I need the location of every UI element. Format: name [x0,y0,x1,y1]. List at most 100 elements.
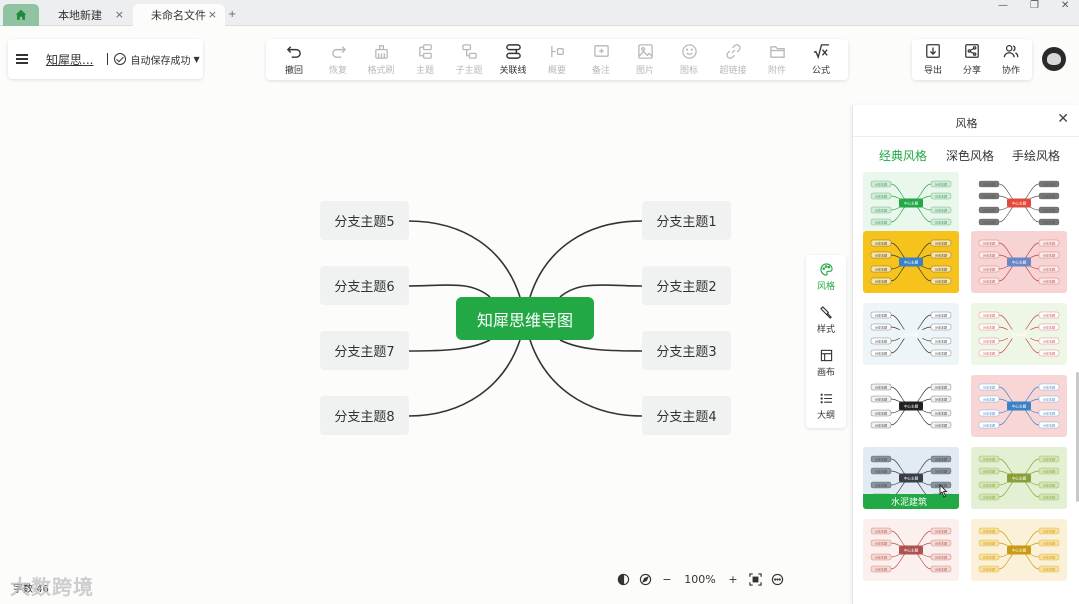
brush-icon [819,306,832,319]
theme-thumbnail[interactable]: 分支主题 分支主题 分支主题 分支主题 分支主题 分支主题 分支主题 分支主题 中心主题 [863,375,959,437]
zoom-out-button[interactable]: − [656,569,678,589]
svg-text:分支主题: 分支主题 [875,219,887,224]
branch-topic-1[interactable]: 分支主题1 [642,201,731,240]
menu-icon[interactable] [16,53,30,65]
branch-topic-6[interactable]: 分支主题6 [320,266,409,305]
theme-thumbnail[interactable]: 分支主题 分支主题 分支主题 分支主题 分支主题 分支主题 分支主题 分支主题 中心主题 [971,231,1067,293]
theme-thumbnail[interactable]: 分支主题 分支主题 分支主题 分支主题 分支主题 分支主题 分支主题 分支主题 中心主题 [971,519,1067,581]
redo-button[interactable]: 恢复 [316,43,360,77]
branch-topic-5[interactable]: 分支主题5 [320,201,409,240]
theme-thumbnail[interactable]: 分支主题 分支主题 分支主题 分支主题 分支主题 分支主题 分支主题 分支主题 中心主题 [863,231,959,293]
watermark: 大数跨境 [10,575,94,599]
side-tab-canvas[interactable]: 画布 [806,349,846,378]
formula-button[interactable]: 公式 [799,43,843,77]
share-button[interactable]: 分享 [954,43,990,76]
relation-line-icon [505,44,521,59]
svg-text:分支主题: 分支主题 [1043,324,1055,329]
summary-button[interactable]: 概要 [535,43,579,77]
fit-screen-button[interactable] [744,569,766,589]
svg-text:分支主题: 分支主题 [875,252,887,257]
hyperlink-button[interactable]: 超链接 [711,43,755,77]
subtopic-icon [461,44,477,59]
theme-thumbnail[interactable]: 分支主题 分支主题 分支主题 分支主题 分支主题 分支主题 分支主题 分支主题 中心主题 [863,519,959,581]
tab-handdrawn-style[interactable]: 手绘风格 [1012,147,1060,164]
side-tab-style-theme[interactable]: 风格 [806,263,846,292]
avatar[interactable] [1042,47,1066,71]
svg-text:分支主题: 分支主题 [983,410,995,415]
tab-label: 未命名文件 [151,9,206,22]
redo-icon [331,46,346,58]
tab-dark-style[interactable]: 深色风格 [946,147,994,164]
home-tab[interactable] [3,4,39,26]
palette-icon [819,263,833,276]
document-title[interactable]: 知犀思... [46,51,93,68]
theme-preview: 分支主题分支主题分支主题分支主题分支主题分支主题分支主题分支主题中心主题 [863,172,959,234]
save-status-label: 自动保存成功 [130,55,191,67]
title-bar: 本地新建 × 未命名文件 × + — ❐ ✕ [0,0,1079,26]
theme-preview: 分支主题分支主题分支主题分支主题分支主题分支主题分支主题分支主题中心主题 [971,303,1067,365]
new-tab-button[interactable]: + [228,9,236,20]
svg-text:分支主题: 分支主题 [983,540,995,545]
svg-text:分支主题: 分支主题 [875,456,887,461]
svg-text:分支主题: 分支主题 [875,181,887,186]
svg-text:分支主题: 分支主题 [1043,456,1055,461]
theme-preview: 分支主题分支主题分支主题分支主题分支主题分支主题分支主题分支主题中心主题 [971,375,1067,437]
svg-text:分支主题: 分支主题 [1043,554,1055,559]
theme-thumbnail[interactable]: 分支主题 分支主题 分支主题 分支主题 分支主题 分支主题 分支主题 分支主题 中心主题 [971,303,1067,365]
tab-classic-style[interactable]: 经典风格 [879,147,927,164]
close-icon[interactable]: ✕ [1057,111,1069,127]
tab-local-new[interactable]: 本地新建 × [40,4,132,26]
svg-text:中心主题: 中心主题 [1012,259,1027,264]
svg-text:分支主题: 分支主题 [983,278,995,283]
subtopic-button[interactable]: 子主题 [447,43,491,77]
theme-thumbnail[interactable]: 分支主题 分支主题 分支主题 分支主题 分支主题 分支主题 分支主题 分支主题 中心主题 [971,375,1067,437]
theme-thumbnail[interactable]: 分支主题 分支主题 分支主题 分支主题 分支主题 分支主题 分支主题 分支主题 中心主题 [971,172,1067,234]
svg-text:分支主题: 分支主题 [875,482,887,487]
zoom-in-button[interactable]: + [722,569,744,589]
close-icon[interactable]: × [115,8,124,21]
branch-topic-8[interactable]: 分支主题8 [320,396,409,435]
topic-button[interactable]: 主题 [403,43,447,77]
branch-topic-2[interactable]: 分支主题2 [642,266,731,305]
restore-icon[interactable]: ❐ [1030,0,1039,12]
attachment-button[interactable]: 附件 [755,43,799,77]
window-close-icon[interactable]: ✕ [1061,0,1069,12]
side-tab-label: 样式 [816,325,835,335]
svg-text:分支主题: 分支主题 [875,350,887,355]
side-tab-format[interactable]: 样式 [806,306,846,335]
svg-text:分支主题: 分支主题 [983,422,995,427]
home-icon [15,9,27,20]
branch-topic-3[interactable]: 分支主题3 [642,331,731,370]
format-brush-button[interactable]: 格式刷 [359,43,403,77]
central-topic[interactable]: 知犀思维导图 [456,297,594,340]
theme-thumbnail[interactable]: 分支主题 分支主题 分支主题 分支主题 分支主题 分支主题 分支主题 分支主题 中心主题 [863,303,959,365]
more-button[interactable] [766,569,788,589]
relation-line-button[interactable]: 关联线 [491,43,535,77]
svg-text:分支主题: 分支主题 [983,482,995,487]
minimize-icon[interactable]: — [998,0,1008,12]
collaborate-button[interactable]: 协作 [993,43,1029,76]
note-button[interactable]: 备注 [579,43,623,77]
svg-text:分支主题: 分支主题 [1043,410,1055,415]
emoji-icon-button[interactable]: 图标 [667,43,711,77]
theme-thumbnail[interactable]: 分支主题 分支主题 分支主题 分支主题 分支主题 分支主题 分支主题 分支主题 中心主题 [971,447,1067,509]
undo-button[interactable]: 撤回 [272,43,316,77]
image-button[interactable]: 图片 [623,43,667,77]
locate-button[interactable] [634,569,656,589]
hand-tool-button[interactable] [612,569,634,589]
close-icon[interactable]: × [208,8,217,21]
tab-untitled-file[interactable]: 未命名文件 × [133,4,225,26]
image-label: 图片 [635,66,654,76]
theme-thumbnail-hovered[interactable]: 分支主题分支主题分支主题分支主题分支主题分支主题分支主题分支主题中心主题 水泥建… [863,447,959,509]
share-label: 分享 [962,66,981,76]
branch-topic-7[interactable]: 分支主题7 [320,331,409,370]
svg-text:分支主题: 分支主题 [983,338,995,343]
svg-text:分支主题: 分支主题 [935,554,947,559]
save-status[interactable]: 自动保存成功 ▼ [114,52,200,67]
side-tab-outline[interactable]: 大纲 [806,392,846,421]
export-button[interactable]: 导出 [915,43,951,76]
svg-text:分支主题: 分支主题 [935,422,947,427]
branch-topic-4[interactable]: 分支主题4 [642,396,731,435]
topic-label: 主题 [415,66,434,76]
theme-thumbnail[interactable]: 分支主题 分支主题 分支主题 分支主题 分支主题 分支主题 分支主题 分支主题 中心主题 [863,172,959,234]
